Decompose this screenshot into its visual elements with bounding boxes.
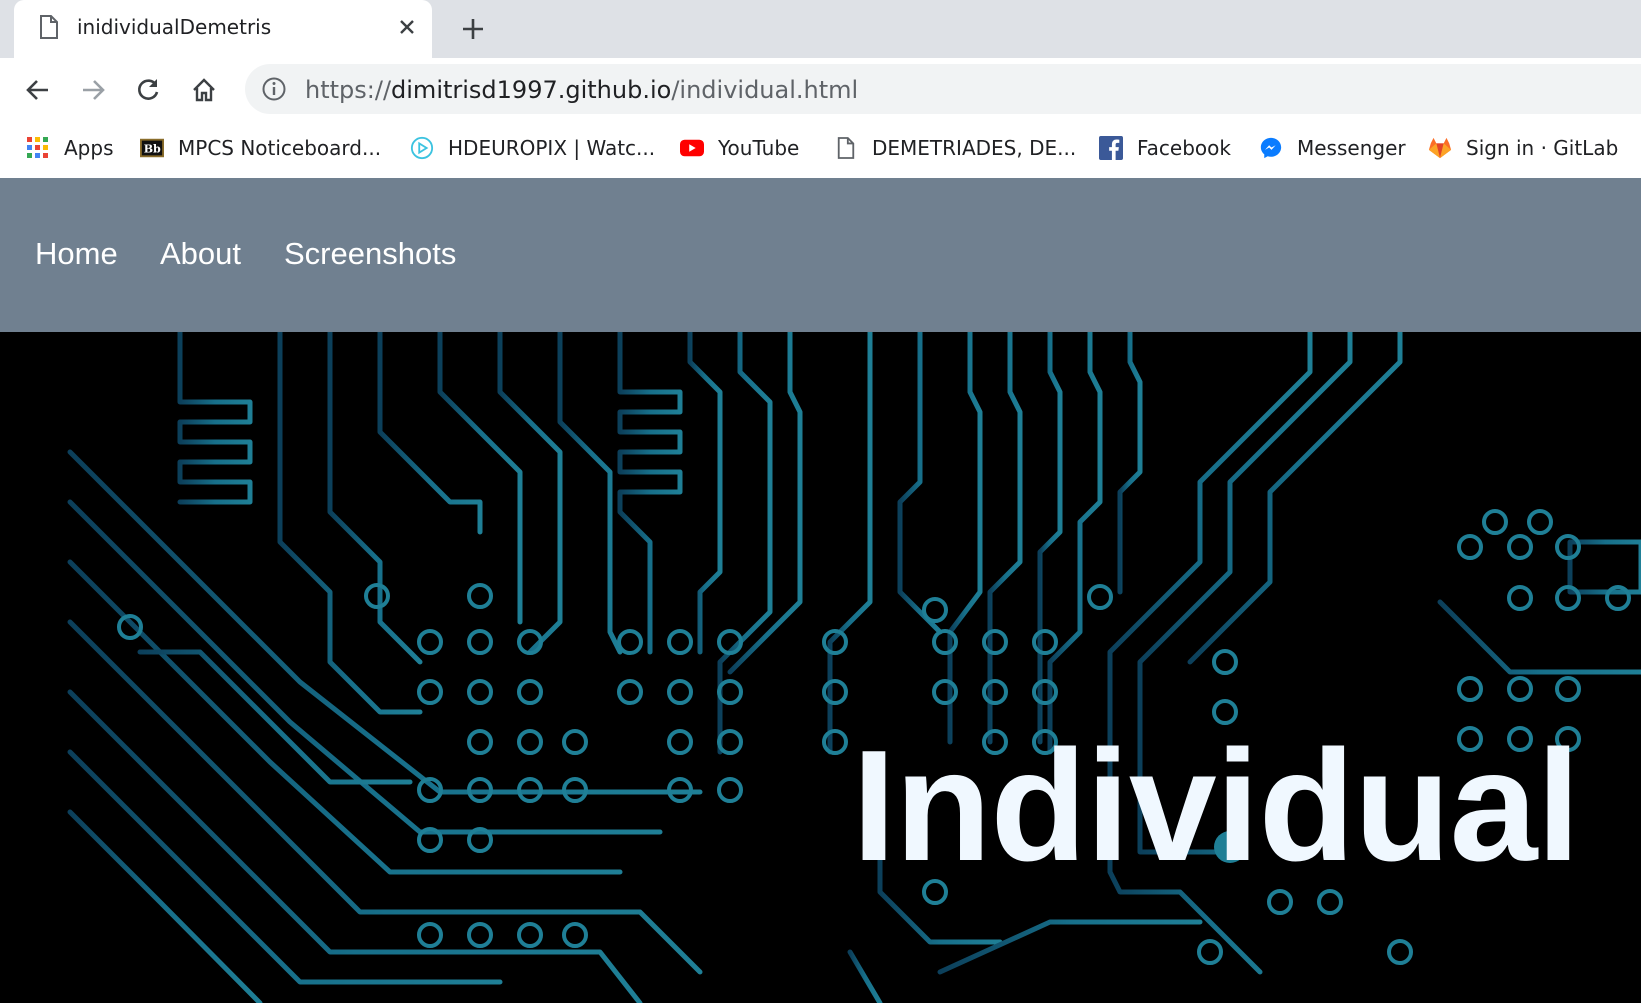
nav-link-about[interactable]: About [160, 236, 241, 272]
forward-icon[interactable] [75, 72, 111, 108]
gitlab-icon [1428, 136, 1452, 160]
svg-text:Bb: Bb [144, 143, 161, 156]
hero-title: Individual [852, 718, 1580, 894]
site-navbar: Home About Screenshots [0, 178, 1641, 332]
document-icon [38, 14, 60, 40]
browser-tab[interactable]: inidividualDemetris [14, 0, 432, 58]
bookmark-label: Messenger [1297, 136, 1406, 160]
reload-icon[interactable] [130, 72, 166, 108]
bookmark-label: YouTube [718, 136, 800, 160]
close-icon[interactable] [392, 12, 422, 42]
url-host: dimitrisd1997.github.io [391, 76, 672, 104]
bookmark-facebook[interactable]: Facebook [1099, 132, 1231, 164]
home-icon[interactable] [186, 72, 222, 108]
tab-strip: inidividualDemetris [0, 0, 1641, 58]
tab-title: inidividualDemetris [77, 15, 272, 39]
play-circle-icon [410, 136, 434, 160]
blackboard-icon: Bb [140, 136, 164, 160]
bookmark-label: MPCS Noticeboard... [178, 136, 382, 160]
bookmark-label: DEMETRIADES, DE... [872, 136, 1077, 160]
document-icon [834, 136, 858, 160]
bookmark-label: Apps [64, 136, 114, 160]
url-text: https://dimitrisd1997.github.io/individu… [305, 76, 858, 104]
bookmark-label: Sign in · GitLab [1466, 136, 1619, 160]
new-tab-icon[interactable] [456, 12, 490, 46]
nav-link-screenshots[interactable]: Screenshots [284, 236, 456, 272]
bookmarks-bar: Apps Bb MPCS Noticeboard... HDEUROPIX | … [0, 120, 1641, 179]
facebook-icon [1099, 136, 1123, 160]
address-bar[interactable]: https://dimitrisd1997.github.io/individu… [245, 64, 1641, 114]
browser-toolbar: https://dimitrisd1997.github.io/individu… [0, 58, 1641, 120]
bookmark-apps[interactable]: Apps [26, 132, 114, 164]
apps-grid-icon [26, 136, 50, 160]
url-scheme: https:// [305, 76, 392, 104]
bookmark-youtube[interactable]: YouTube [680, 132, 799, 164]
url-path: /individual.html [671, 76, 859, 104]
bookmark-gitlab[interactable]: Sign in · GitLab [1428, 132, 1618, 164]
bookmark-label: Facebook [1137, 136, 1231, 160]
messenger-icon [1259, 136, 1283, 160]
bookmark-label: HDEUROPIX | Watc... [448, 136, 656, 160]
back-icon[interactable] [20, 72, 56, 108]
bookmark-messenger[interactable]: Messenger [1259, 132, 1406, 164]
bookmark-hdeuropix[interactable]: HDEUROPIX | Watc... [410, 132, 655, 164]
bookmark-mpcs[interactable]: Bb MPCS Noticeboard... [140, 132, 381, 164]
hero-section: Individual [0, 332, 1641, 1003]
circuit-background-image [67, 332, 1641, 1003]
info-icon[interactable] [261, 76, 287, 102]
nav-link-home[interactable]: Home [35, 236, 118, 272]
youtube-icon [680, 136, 704, 160]
bookmark-demetriades[interactable]: DEMETRIADES, DE... [834, 132, 1076, 164]
